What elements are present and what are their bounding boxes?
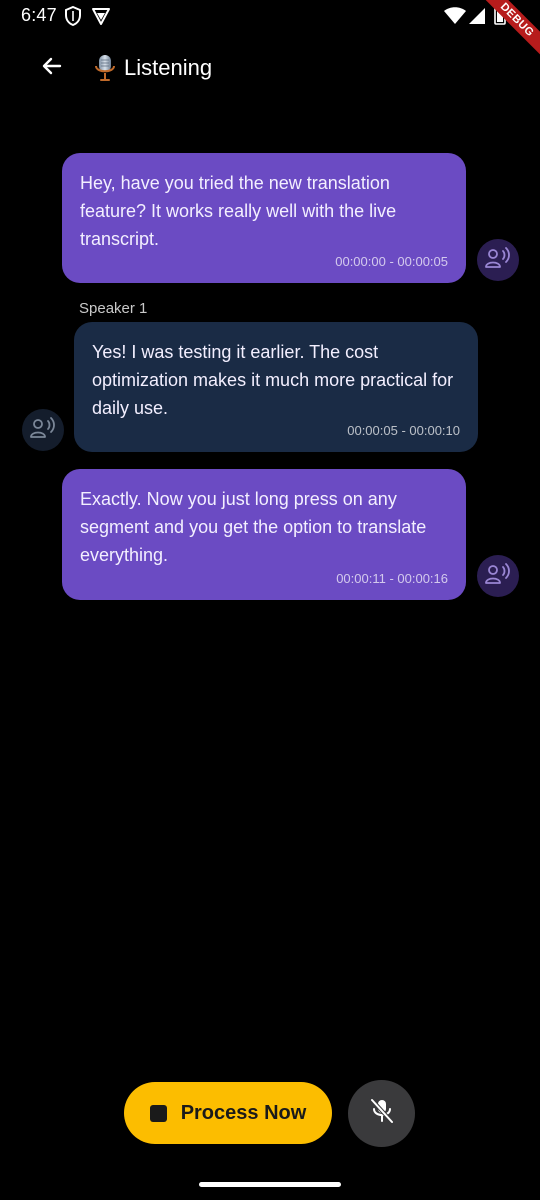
app-bar: Listening [0,40,540,96]
speaker-avatar [477,555,519,597]
message-timestamp: 00:00:05 - 00:00:10 [347,423,460,438]
status-bar: 6:47 [0,0,540,32]
message-text: Exactly. Now you just long press on any … [80,489,427,565]
stop-icon [149,1104,167,1122]
message-bubble[interactable]: Yes! I was testing it earlier. The cost … [74,322,478,452]
back-button[interactable] [30,50,74,86]
shield-icon [64,6,82,26]
speaker-avatar [477,239,519,281]
speaker-name: Speaker 1 [79,300,148,317]
speaker-avatar [22,409,64,451]
wifi-icon [444,7,466,25]
message-text: Hey, have you tried the new translation … [80,173,397,249]
voice-person-icon [484,562,512,591]
message-bubble[interactable]: Hey, have you tried the new translation … [62,153,466,283]
status-time: 6:47 [21,5,57,25]
voice-person-icon [29,416,57,445]
microphone-off-icon [369,1097,395,1130]
process-now-button[interactable]: Process Now [124,1082,332,1144]
message-timestamp: 00:00:11 - 00:00:16 [336,571,448,586]
page-title: Listening [124,55,213,80]
mute-microphone-button[interactable] [348,1080,415,1147]
screen: 6:47 DEBUG Listening Hey, have you tried… [0,0,540,1200]
home-indicator[interactable] [199,1182,341,1187]
vpn-icon [91,6,111,26]
microphone-icon [92,54,118,82]
process-now-label: Process Now [180,1101,307,1124]
message-bubble[interactable]: Exactly. Now you just long press on any … [62,469,466,600]
message-timestamp: 00:00:00 - 00:00:05 [335,254,448,269]
message-text: Yes! I was testing it earlier. The cost … [92,342,454,418]
voice-person-icon [484,246,512,275]
arrow-left-icon [40,54,64,83]
